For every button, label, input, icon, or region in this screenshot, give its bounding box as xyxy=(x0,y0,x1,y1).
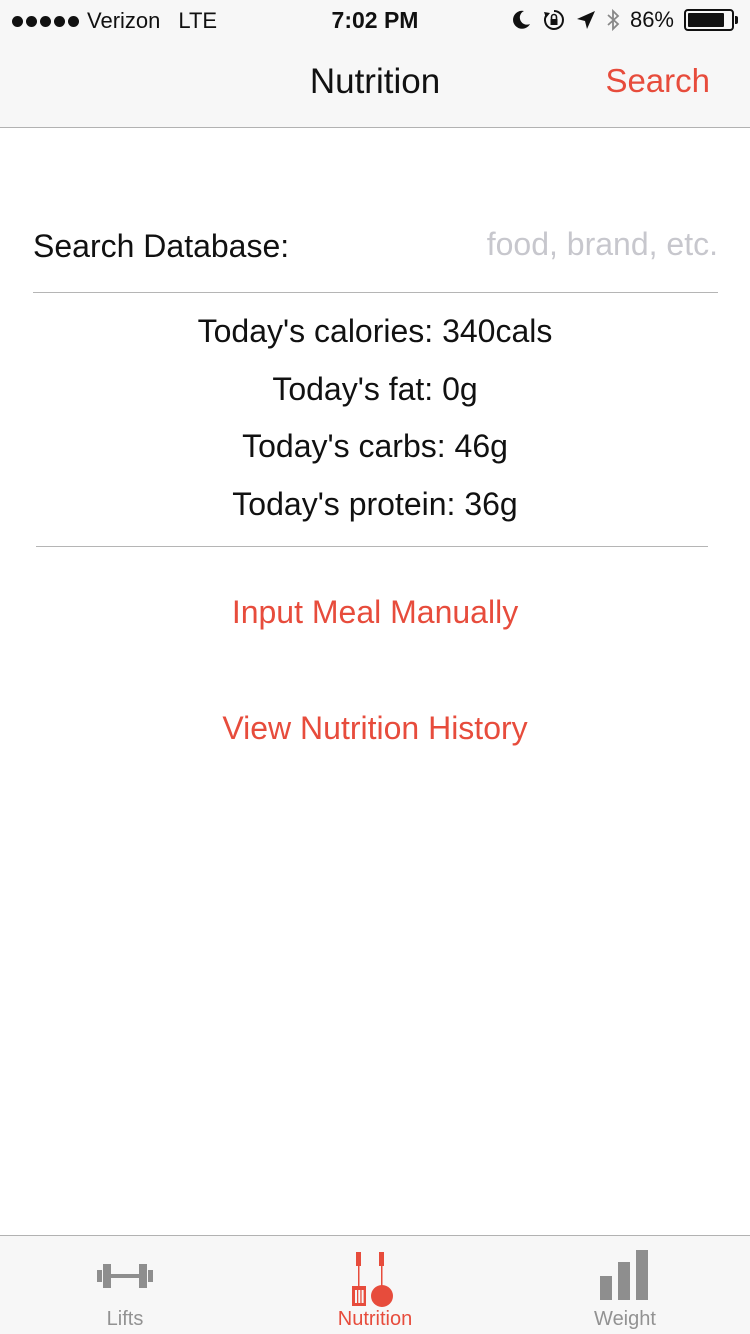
divider xyxy=(33,292,718,293)
tab-label: Nutrition xyxy=(337,1308,413,1330)
fat-stat: Today's fat: 0g xyxy=(272,370,478,407)
protein-stat: Today's protein: 36g xyxy=(232,485,518,522)
tab-label: Lifts xyxy=(106,1308,144,1330)
search-input[interactable] xyxy=(388,222,718,266)
search-database-label: Search Database: xyxy=(33,228,290,264)
tab-lifts[interactable]: Lifts xyxy=(0,1236,250,1334)
tab-label: Weight xyxy=(594,1308,656,1330)
bar-chart-icon xyxy=(600,1250,648,1300)
tab-nutrition[interactable]: Nutrition xyxy=(250,1236,500,1334)
location-arrow-icon xyxy=(576,11,595,29)
view-nutrition-history-button[interactable]: View Nutrition History xyxy=(0,710,750,747)
input-meal-manually-button[interactable]: Input Meal Manually xyxy=(0,594,750,631)
status-right: 86% xyxy=(510,7,738,33)
dumbbell-icon xyxy=(97,1264,153,1288)
carbs-stat: Today's carbs: 46g xyxy=(242,428,508,464)
status-bar: Verizon LTE 7:02 PM 86% xyxy=(0,0,750,40)
divider xyxy=(36,546,708,547)
fork-knife-icon xyxy=(352,1252,393,1307)
bluetooth-icon xyxy=(607,8,620,32)
navigation-bar: Nutrition Search xyxy=(0,40,750,128)
tab-weight[interactable]: Weight xyxy=(500,1236,750,1334)
moon-icon xyxy=(513,10,530,29)
battery-percent: 86% xyxy=(629,7,674,32)
tab-bar: Lifts Nutrition Weight xyxy=(0,1235,750,1334)
search-database-row: Search Database: xyxy=(33,222,718,268)
calories-stat: Today's calories: 340cals xyxy=(197,313,553,349)
search-button[interactable]: Search xyxy=(605,62,710,100)
daily-stats: Today's calories: 340cals Today's fat: 0… xyxy=(0,308,750,538)
rotation-lock-icon xyxy=(543,10,564,30)
battery-icon xyxy=(684,9,738,31)
